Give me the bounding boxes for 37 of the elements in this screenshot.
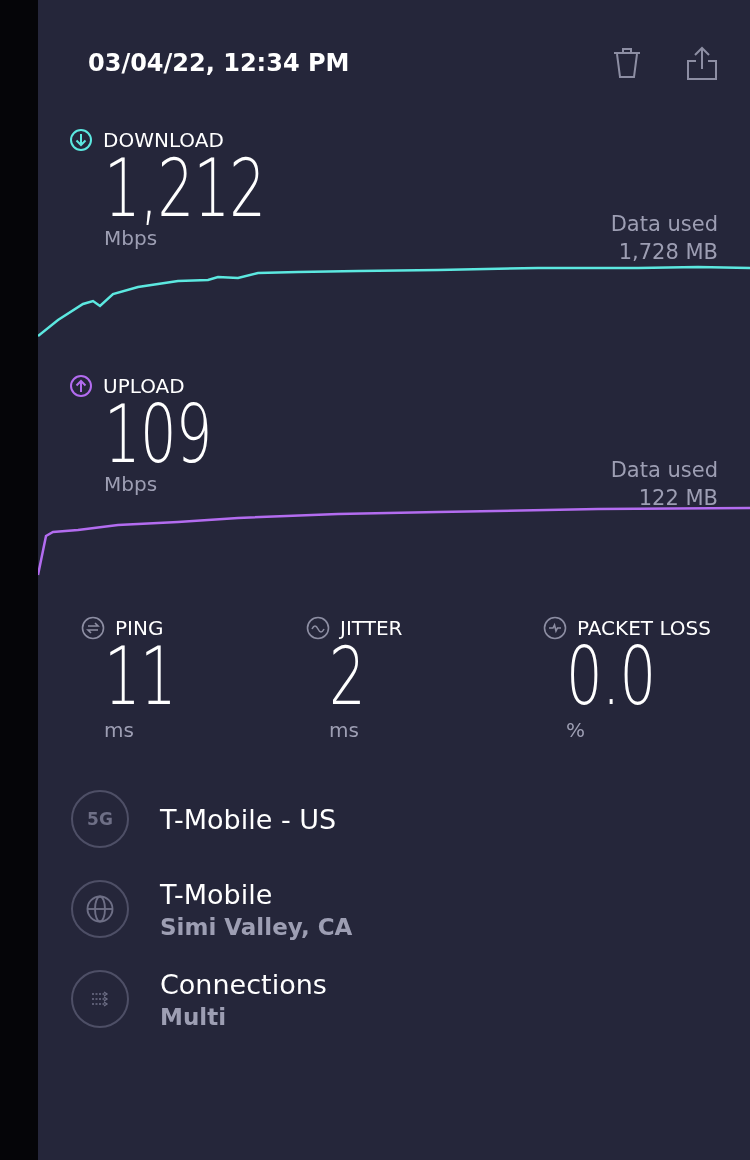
info-title: T-Mobile — [160, 878, 274, 910]
info-title: T-Mobile - US — [160, 803, 337, 835]
test-label: DOWNLOAD — [103, 128, 224, 152]
unit-label: Mbps — [104, 472, 158, 496]
metric-label: JITTER — [340, 616, 403, 640]
network-badge: 5G — [71, 790, 129, 848]
wave-icon — [306, 616, 330, 640]
test-label: UPLOAD — [103, 374, 185, 398]
trash-icon — [612, 46, 642, 80]
data-used-value: 1,728 MB — [617, 239, 718, 266]
data-used-label: Data used — [610, 211, 718, 238]
pulse-icon — [543, 616, 567, 640]
info-title: Connections — [160, 968, 327, 1000]
arrows-icon — [81, 616, 105, 640]
arrows-icon — [71, 970, 129, 1028]
info-subtitle: Multi — [160, 1003, 228, 1030]
speed-value: 1,212 — [104, 152, 266, 226]
unit-label: % — [566, 718, 585, 742]
metric-value: 0.0 — [566, 640, 656, 714]
unit-label: ms — [329, 718, 359, 742]
data-used-label: Data used — [610, 457, 718, 484]
unit-label: Mbps — [104, 226, 158, 250]
speed-value: 109 — [104, 398, 212, 472]
download-icon — [69, 128, 93, 152]
share-button[interactable] — [686, 46, 718, 80]
metric-value: 2 — [329, 640, 365, 714]
metric-label: PACKET LOSS — [577, 616, 711, 640]
info-subtitle: Simi Valley, CA — [160, 913, 353, 940]
globe-icon — [71, 880, 129, 938]
test-date: 03/04/22, 12:34 PM — [88, 49, 351, 77]
metric-label: PING — [115, 616, 164, 640]
unit-label: ms — [104, 718, 134, 742]
share-icon — [686, 46, 718, 80]
metric-value: 11 — [104, 640, 176, 714]
data-used-value: 122 MB — [637, 485, 718, 512]
upload-icon — [69, 374, 93, 398]
delete-button[interactable] — [612, 46, 642, 80]
